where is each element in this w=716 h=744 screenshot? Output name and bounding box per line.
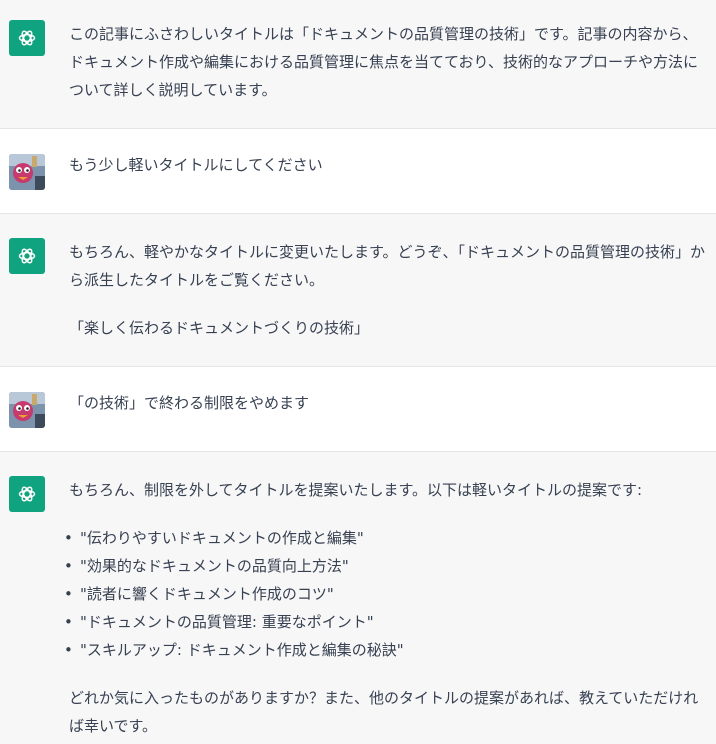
list-item: "伝わりやすいドキュメントの作成と編集" (64, 524, 708, 552)
chatgpt-logo-icon (9, 20, 45, 56)
user-avatar (9, 154, 45, 190)
message-text: もう少し軽いタイトルにしてください (69, 156, 323, 174)
assistant-message: もちろん、軽やかなタイトルに変更いたします。どうぞ、「ドキュメントの品質管理の技… (0, 214, 716, 367)
chatgpt-logo-icon (9, 238, 45, 274)
message-content: この記事にふさわしいタイトルは「ドキュメントの品質管理の技術」です。記事の内容か… (69, 0, 708, 104)
message-text: もちろん、軽やかなタイトルに変更いたします。どうぞ、「ドキュメントの品質管理の技… (69, 243, 706, 289)
list-item: "スキルアップ: ドキュメント作成と編集の秘訣" (64, 636, 708, 664)
list-item: "読者に響くドキュメント作成のコツ" (64, 580, 708, 608)
message-text: 「の技術」で終わる制限をやめます (69, 394, 310, 412)
message-text: どれか気に入ったものがありますか？また、他のタイトルの提案があれば、教えていただ… (69, 689, 699, 735)
assistant-message: この記事にふさわしいタイトルは「ドキュメントの品質管理の技術」です。記事の内容か… (0, 0, 716, 129)
message-text: この記事にふさわしいタイトルは「ドキュメントの品質管理の技術」です。記事の内容か… (69, 25, 698, 99)
message-content: 「の技術」で終わる制限をやめます (69, 367, 708, 417)
chatgpt-logo-icon (9, 476, 45, 512)
message-content: もちろん、軽やかなタイトルに変更いたします。どうぞ、「ドキュメントの品質管理の技… (69, 214, 708, 342)
message-text: 「楽しく伝わるドキュメントづくりの技術」 (69, 319, 370, 337)
message-content: もう少し軽いタイトルにしてください (69, 129, 708, 179)
user-message: 「の技術」で終わる制限をやめます (0, 367, 716, 452)
user-message: もう少し軽いタイトルにしてください (0, 129, 716, 214)
chat-thread: この記事にふさわしいタイトルは「ドキュメントの品質管理の技術」です。記事の内容か… (0, 0, 716, 744)
assistant-message: もちろん、制限を外してタイトルを提案いたします。以下は軽いタイトルの提案です: … (0, 452, 716, 744)
title-suggestion-list: "伝わりやすいドキュメントの作成と編集" "効果的なドキュメントの品質向上方法"… (64, 524, 708, 664)
user-avatar (9, 392, 45, 428)
message-text: もちろん、制限を外してタイトルを提案いたします。以下は軽いタイトルの提案です: (69, 481, 643, 499)
message-content: もちろん、制限を外してタイトルを提案いたします。以下は軽いタイトルの提案です: … (64, 452, 708, 740)
list-item: "ドキュメントの品質管理: 重要なポイント" (64, 608, 708, 636)
list-item: "効果的なドキュメントの品質向上方法" (64, 552, 708, 580)
